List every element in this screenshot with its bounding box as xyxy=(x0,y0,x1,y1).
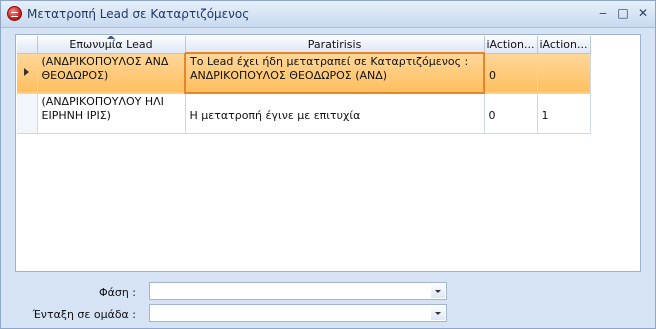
group-select[interactable] xyxy=(149,304,447,322)
cell-action1[interactable]: 0 xyxy=(484,53,538,94)
phase-select[interactable] xyxy=(149,282,447,300)
column-header-notes[interactable]: Paratirisis xyxy=(185,36,485,54)
row-indicator[interactable] xyxy=(17,93,38,134)
cell-action1[interactable]: 0 xyxy=(484,93,538,134)
column-header-action1[interactable]: iAction... xyxy=(484,36,538,54)
title-bar: Μετατροπή Lead σε Καταρτιζόμενος ‒ □ ✕ xyxy=(1,1,655,28)
leads-grid[interactable]: Επωνυμία Lead Paratirisis iAction... iAc… xyxy=(15,34,641,272)
cell-note[interactable]: Η μετατροπή έγινε με επιτυχία xyxy=(185,93,485,134)
cell-action2[interactable] xyxy=(537,53,591,94)
cell-name[interactable]: (ΑΝΔΡΙΚΟΠΟΥΛΟΣ ΑΝΔ ΘΕΟΔΩΡΟΣ) xyxy=(37,53,186,94)
close-button[interactable]: ✕ xyxy=(635,5,651,21)
column-header-action2[interactable]: iAction... xyxy=(537,36,591,54)
app-logo-icon xyxy=(7,6,22,21)
table-row[interactable]: (ΑΝΔΡΙΚΟΠΟΥΛΟΥ ΗΛΙ ΕΙΡΗΝΗ ΙΡΙΣ) Η μετατρ… xyxy=(17,93,591,134)
group-dropdown-button[interactable] xyxy=(431,306,445,320)
table-row[interactable]: (ΑΝΔΡΙΚΟΠΟΥΛΟΣ ΑΝΔ ΘΕΟΔΩΡΟΣ) Το Lead έχε… xyxy=(17,52,591,94)
chevron-down-icon xyxy=(435,290,441,293)
cell-note[interactable]: Το Lead έχει ήδη μετατραπεί σε Καταρτιζό… xyxy=(184,52,485,94)
window-title: Μετατροπή Lead σε Καταρτιζόμενος xyxy=(27,7,250,21)
group-label: Ένταξη σε ομάδα : xyxy=(32,308,136,321)
column-header-name[interactable]: Επωνυμία Lead xyxy=(37,36,186,54)
cell-name[interactable]: (ΑΝΔΡΙΚΟΠΟΥΛΟΥ ΗΛΙ ΕΙΡΗΝΗ ΙΡΙΣ) xyxy=(37,93,186,134)
current-row-arrow-icon xyxy=(24,68,30,76)
leads-table: Επωνυμία Lead Paratirisis iAction... iAc… xyxy=(17,36,591,134)
row-indicator-header xyxy=(17,36,38,54)
table-header-row: Επωνυμία Lead Paratirisis iAction... iAc… xyxy=(17,36,591,54)
window: Μετατροπή Lead σε Καταρτιζόμενος ‒ □ ✕ Ε… xyxy=(0,0,656,329)
phase-label: Φάση : xyxy=(98,286,136,299)
minimize-button[interactable]: ‒ xyxy=(595,5,611,21)
phase-dropdown-button[interactable] xyxy=(431,284,445,298)
row-indicator[interactable] xyxy=(17,53,38,94)
cell-action2[interactable]: 1 xyxy=(537,93,591,134)
maximize-button[interactable]: □ xyxy=(615,5,631,21)
chevron-down-icon xyxy=(435,312,441,315)
sort-ascending-icon xyxy=(107,36,115,39)
